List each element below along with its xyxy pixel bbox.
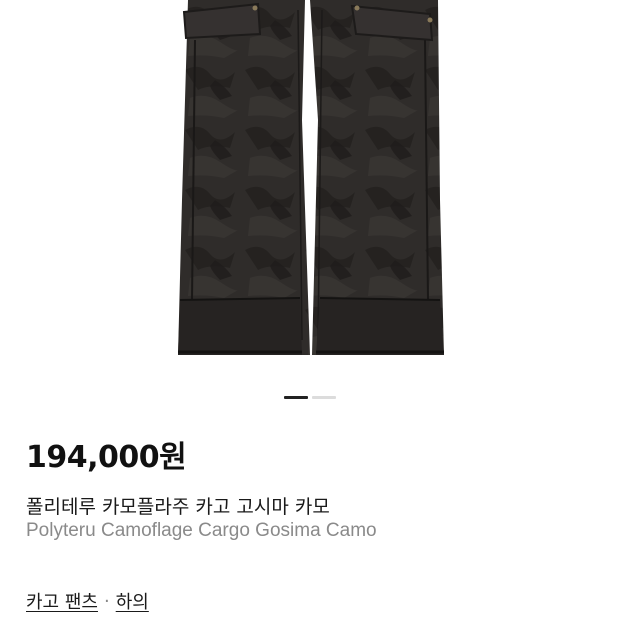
product-image-gallery[interactable] (0, 0, 620, 380)
breadcrumb-link-cargo-pants[interactable]: 카고 팬츠 (26, 588, 98, 614)
breadcrumb-link-bottoms[interactable]: 하의 (116, 588, 149, 614)
product-price: 194,000원 (26, 440, 187, 475)
breadcrumb-separator: · (103, 590, 110, 612)
carousel-dot-1[interactable] (284, 396, 308, 399)
carousel-dot-2[interactable] (312, 396, 336, 399)
category-breadcrumb: 카고 팬츠 · 하의 (26, 588, 149, 614)
product-title-english: Polyteru Camoflage Cargo Gosima Camo (26, 520, 377, 541)
carousel-indicator[interactable] (0, 396, 620, 399)
cargo-pants-image (178, 0, 444, 355)
product-title-korean: 폴리테루 카모플라주 카고 고시마 카모 (26, 496, 330, 518)
